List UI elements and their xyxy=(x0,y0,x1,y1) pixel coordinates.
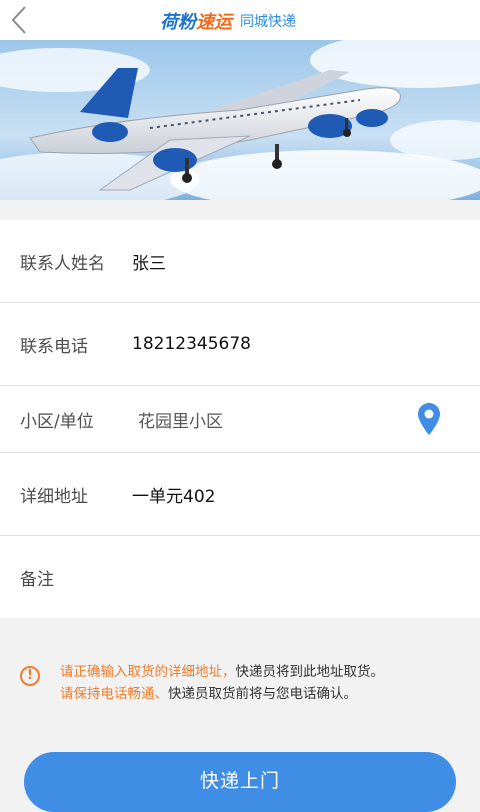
note-row[interactable]: 备注 xyxy=(0,536,480,618)
pickup-form: 联系人姓名 张三 联系电话 18212345678 小区/单位 花园里小区 详细… xyxy=(0,220,480,618)
note-label: 备注 xyxy=(20,569,54,590)
name-row[interactable]: 联系人姓名 张三 xyxy=(0,220,480,303)
community-label: 小区/单位 xyxy=(20,411,94,432)
phone-row[interactable]: 联系电话 18212345678 xyxy=(0,303,480,386)
airplane-illustration xyxy=(0,40,480,200)
top-bar: 荷粉速运 同城快递 xyxy=(0,0,480,40)
chevron-left-icon xyxy=(11,6,26,34)
name-input[interactable]: 张三 xyxy=(132,249,166,274)
brand-logo: 荷粉速运 同城快递 xyxy=(160,8,296,34)
community-input[interactable]: 花园里小区 xyxy=(138,407,223,432)
submit-button[interactable]: 快递上门 xyxy=(24,752,456,812)
brand-subtitle: 同城快递 xyxy=(240,14,296,30)
brand-name-part-b: 速运 xyxy=(196,12,232,33)
brand-name: 荷粉速运 xyxy=(160,8,232,34)
exclamation-circle-icon: ! xyxy=(20,666,40,686)
brand-name-part-a: 荷粉 xyxy=(160,12,196,33)
address-row[interactable]: 详细地址 一单元402 xyxy=(0,453,480,536)
notice-line-1-text: 快递员将到此地址取货。 xyxy=(235,664,385,680)
notice-line-2: 请保持电话畅通、快递员取货前将与您电话确认。 xyxy=(60,684,357,704)
back-button[interactable] xyxy=(4,2,34,38)
notice-line-2-highlight: 请保持电话畅通、 xyxy=(60,686,168,702)
address-label: 详细地址 xyxy=(20,486,88,507)
notice-line-1-highlight: 请正确输入取货的详细地址， xyxy=(60,664,236,680)
phone-label: 联系电话 xyxy=(20,336,88,357)
address-input[interactable]: 一单元402 xyxy=(132,482,215,507)
name-label: 联系人姓名 xyxy=(20,253,105,274)
map-pin-icon[interactable] xyxy=(418,403,440,435)
notice-line-2-text: 快递员取货前将与您电话确认。 xyxy=(168,686,357,702)
community-row[interactable]: 小区/单位 花园里小区 xyxy=(0,386,480,453)
banner-image xyxy=(0,40,480,200)
phone-input[interactable]: 18212345678 xyxy=(132,334,251,354)
notice-line-1: 请正确输入取货的详细地址，快递员将到此地址取货。 xyxy=(60,662,384,682)
